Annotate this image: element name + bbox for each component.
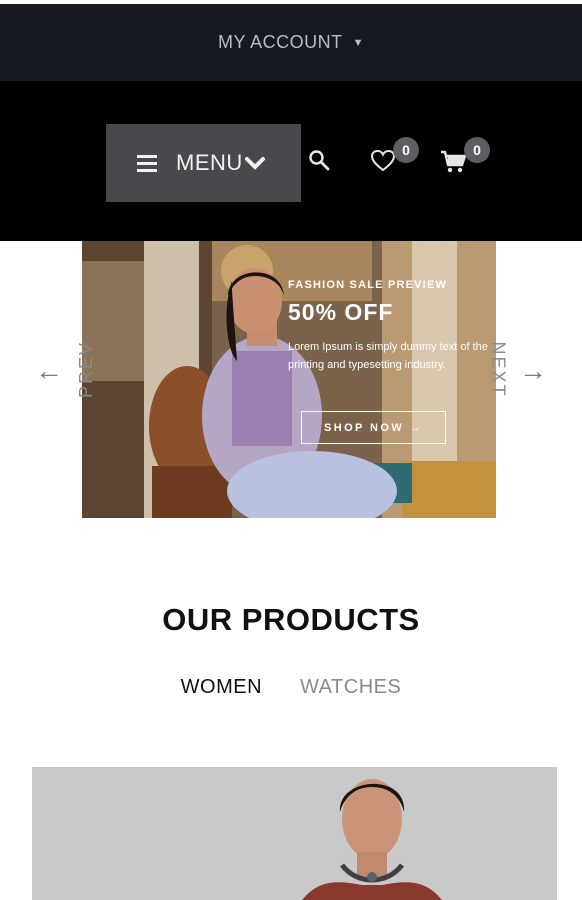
cart-count-badge: 0 [464,137,490,163]
prev-arrow-icon[interactable]: ← [35,357,63,385]
prev-label[interactable]: PREV [76,341,97,398]
site-header: MENU 0 0 [0,81,582,241]
tab-women[interactable]: WOMEN [181,676,262,699]
top-bar: MY ACCOUNT ▼ [0,4,582,81]
product-card[interactable] [32,767,557,900]
tab-watches[interactable]: WATCHES [300,676,401,699]
wishlist-count-badge: 0 [393,137,419,163]
product-tabs: WOMEN WATCHES [0,676,582,699]
my-account-dropdown[interactable]: MY ACCOUNT ▼ [218,32,364,53]
section-title: OUR PRODUCTS [162,602,420,637]
next-arrow-icon[interactable]: → [519,357,547,385]
product-image [32,767,557,900]
hero-caption: FASHION SALE PREVIEW 50% OFF Lorem Ipsum… [288,279,496,374]
hero-banner: FASHION SALE PREVIEW 50% OFF Lorem Ipsum… [82,241,496,518]
shop-now-button[interactable]: SHOP NOW → [301,411,446,444]
my-account-label: MY ACCOUNT [217,32,343,52]
hero-headline: 50% OFF [288,299,394,325]
menu-button[interactable]: MENU [106,124,301,202]
search-icon[interactable] [308,149,330,171]
hero-slider: ← FASHION SALE PREVIEW 50% OFF Lorem Ips… [0,241,582,521]
hero-description: Lorem Ipsum is simply dummy text of the … [288,341,488,371]
heart-icon[interactable] [370,149,396,173]
hamburger-icon [137,154,157,172]
chevron-down-icon: ▼ [352,36,365,49]
next-label[interactable]: NEXT [488,341,509,397]
chevron-down-icon [244,157,265,170]
hero-kicker: FASHION SALE PREVIEW [288,279,448,291]
menu-label: MENU [176,150,243,175]
